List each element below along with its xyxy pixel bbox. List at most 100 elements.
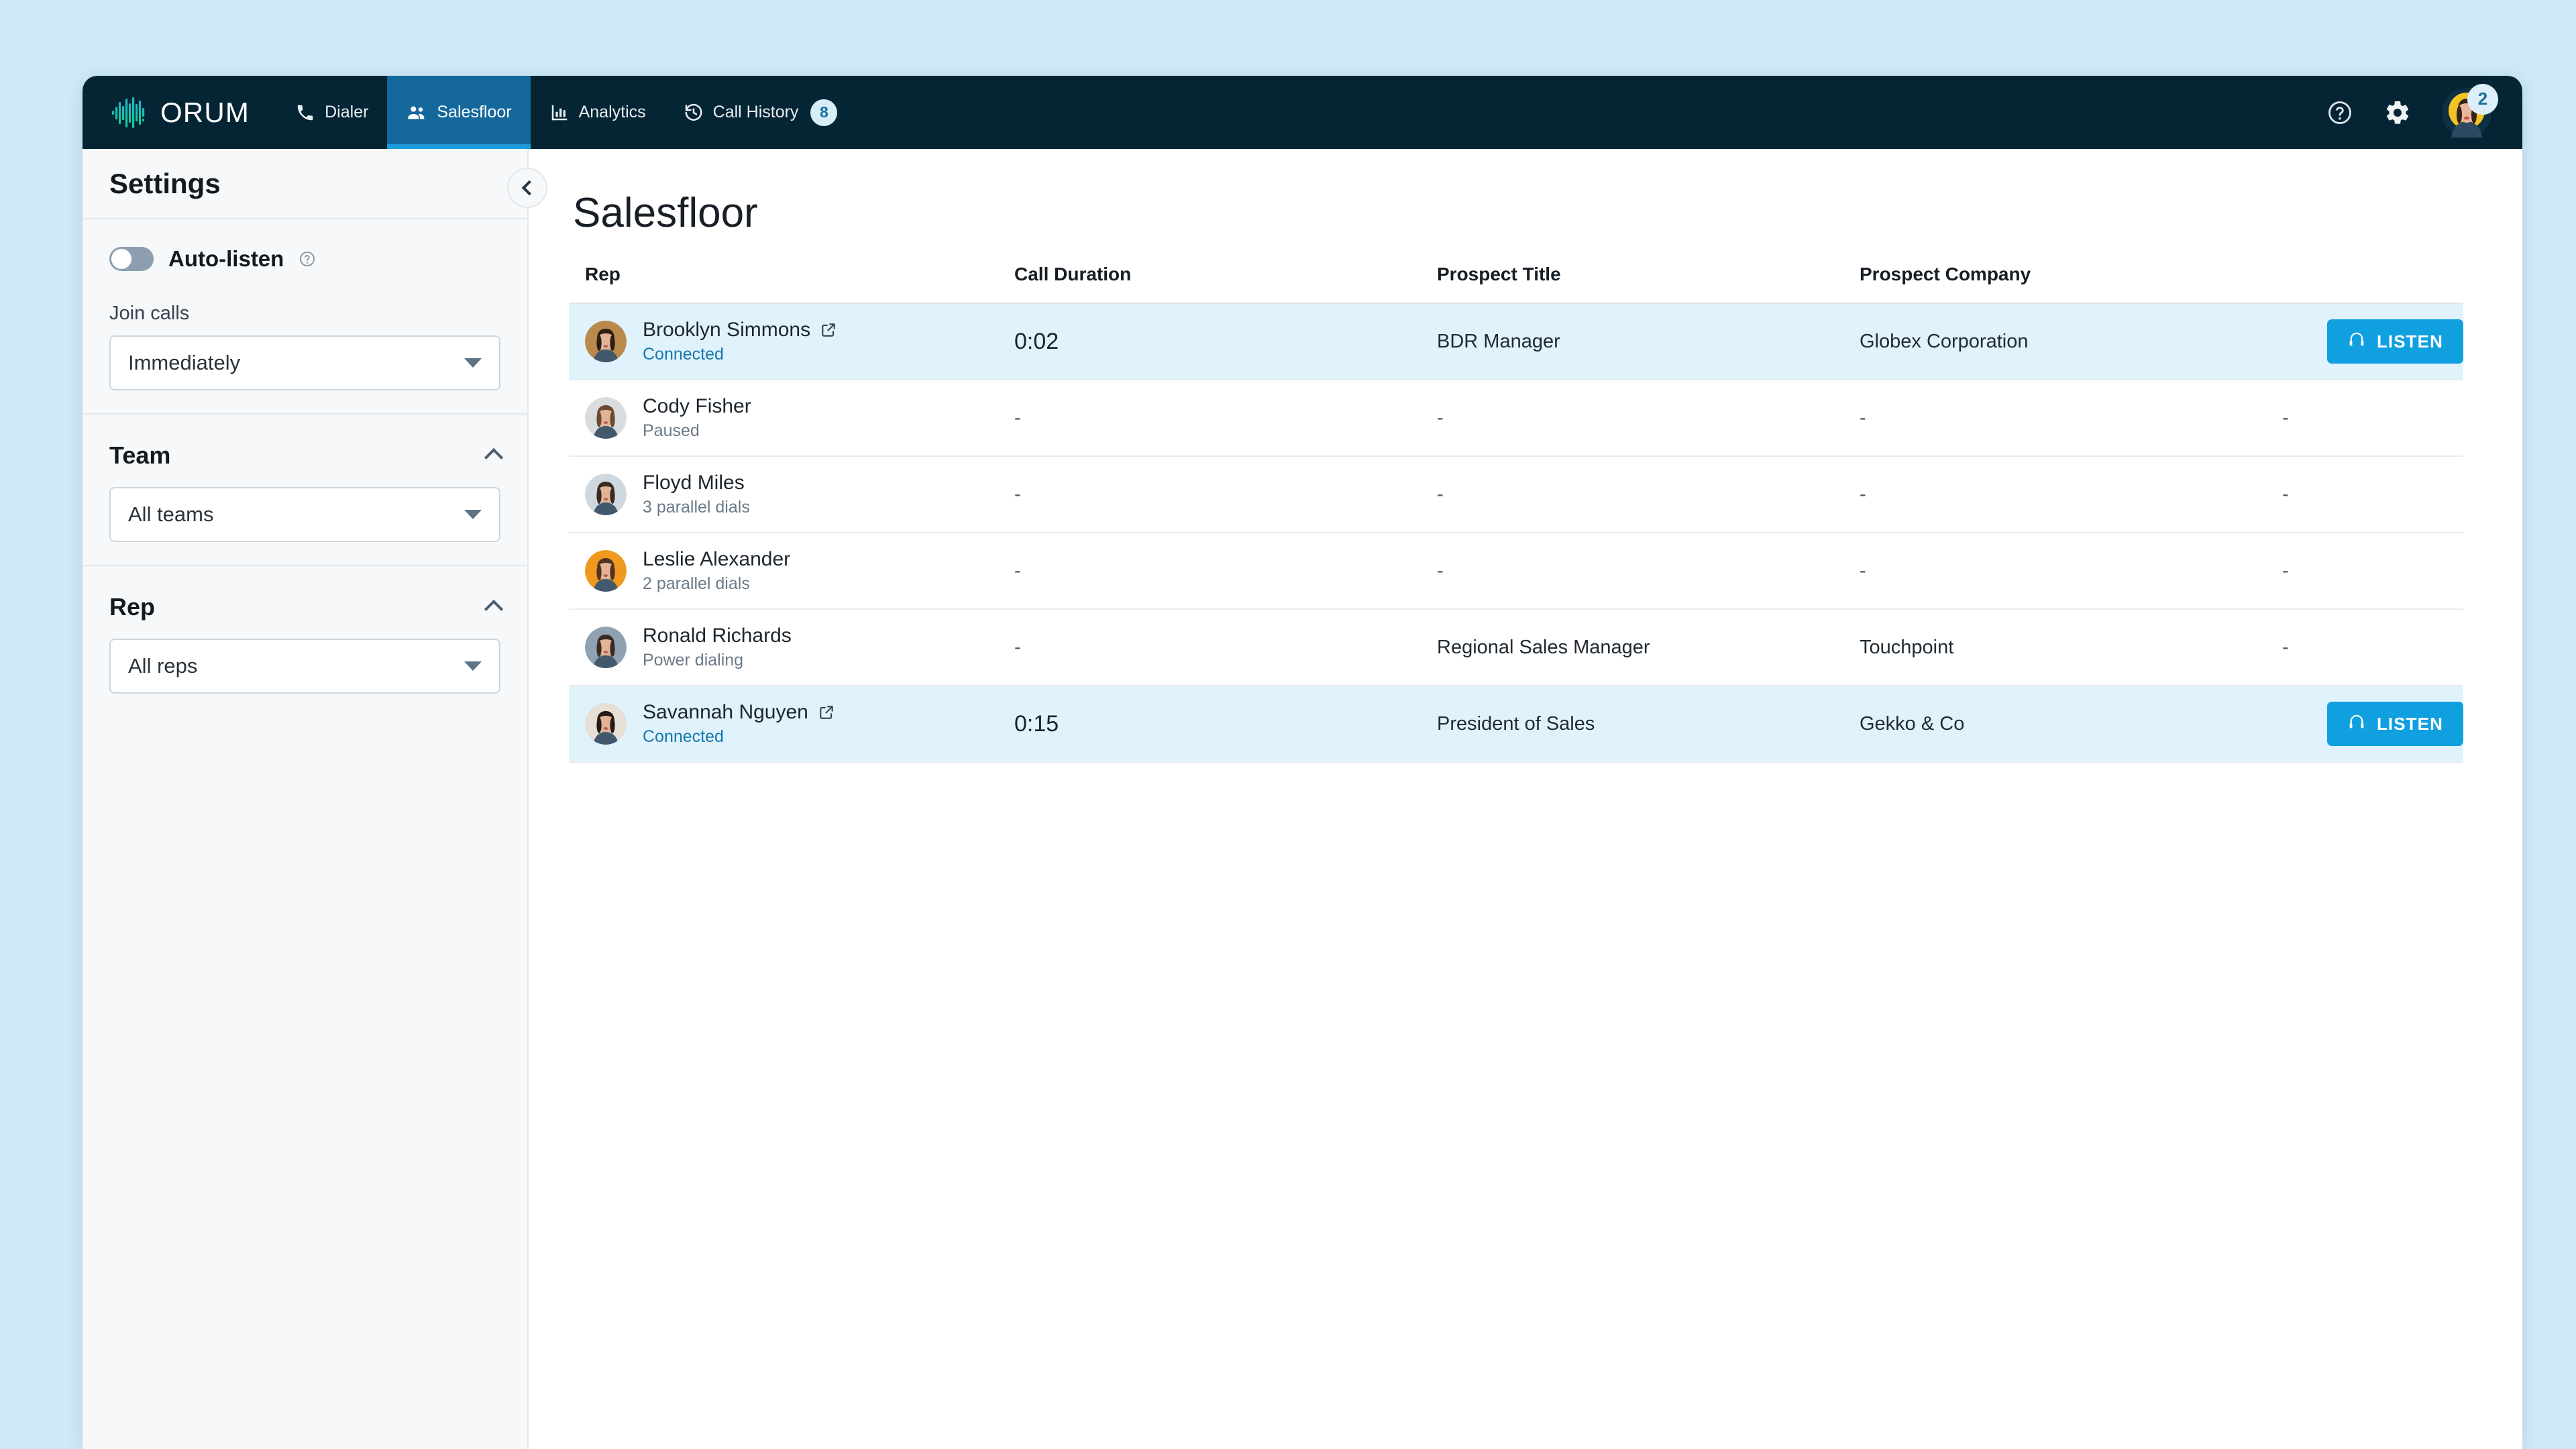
cell-prospect-company: - [1843, 380, 2266, 457]
cell-rep: Savannah Nguyen Connected [569, 686, 998, 763]
avatar[interactable]: 2 [2442, 83, 2498, 140]
chevron-up-icon [484, 447, 504, 468]
cell-action: - [2266, 533, 2463, 610]
cell-call-duration: - [998, 456, 1421, 533]
listen-button[interactable]: LISTEN [2326, 319, 2463, 364]
column-header-rep: Rep [569, 264, 998, 304]
listen-button-label: LISTEN [2376, 331, 2443, 352]
cell-call-duration: - [998, 380, 1421, 457]
no-action-placeholder: - [2282, 483, 2289, 505]
rep-section-header[interactable]: Rep [109, 593, 504, 621]
sidebar-header: Settings [83, 149, 527, 219]
cell-prospect-title: BDR Manager [1421, 303, 1843, 380]
cell-rep: Leslie Alexander 2 parallel dials [569, 533, 998, 610]
nav-item-salesfloor-label: Salesfloor [437, 103, 512, 121]
table-row[interactable]: Floyd Miles 3 parallel dials - - - - [569, 456, 2463, 533]
app-window: ORUM Dialer Salesfloor Analytics Call Hi… [83, 76, 2522, 1449]
team-select-value: All teams [128, 502, 214, 526]
nav-item-analytics-label: Analytics [578, 103, 646, 121]
rep-section-title: Rep [109, 593, 156, 621]
salesfloor-table-body: Brooklyn Simmons Connected 0:02 BDR Manager… [569, 303, 2463, 763]
rep-name: Brooklyn Simmons [643, 319, 811, 341]
nav-item-call-history[interactable]: Call History 8 [665, 76, 857, 149]
rep-name: Cody Fisher [643, 395, 751, 417]
chevron-left-icon [521, 180, 537, 196]
cell-rep: Brooklyn Simmons Connected [569, 303, 998, 380]
nav-items: Dialer Salesfloor Analytics Call History… [276, 76, 856, 149]
settings-sidebar: Settings Auto-listen Join calls Immediat… [83, 149, 547, 1449]
gear-icon[interactable] [2384, 99, 2411, 126]
people-group-icon [406, 102, 427, 123]
cell-action: - [2266, 456, 2463, 533]
column-header-call-duration: Call Duration [998, 264, 1421, 304]
question-circle-icon[interactable] [299, 250, 316, 268]
bar-chart-icon [549, 103, 570, 123]
external-link-icon[interactable] [818, 704, 835, 721]
cell-prospect-title: Regional Sales Manager [1421, 609, 1843, 686]
sidebar-section-rep: Rep All reps [83, 566, 527, 716]
table-row[interactable]: Savannah Nguyen Connected 0:15 President of… [569, 686, 2463, 763]
nav-item-salesfloor[interactable]: Salesfloor [387, 76, 531, 149]
brand: ORUM [83, 76, 276, 149]
auto-listen-toggle[interactable] [109, 247, 154, 271]
join-calls-select[interactable]: Immediately [109, 335, 500, 390]
rep-avatar [585, 627, 627, 668]
listen-button-label: LISTEN [2376, 713, 2443, 734]
cell-prospect-title: - [1421, 456, 1843, 533]
nav-item-dialer[interactable]: Dialer [276, 76, 387, 149]
avatar-image [2442, 87, 2491, 140]
sidebar-collapse-button[interactable] [507, 168, 547, 208]
column-header-actions [2266, 264, 2463, 304]
cell-call-duration: - [998, 533, 1421, 610]
cell-prospect-company: Touchpoint [1843, 609, 2266, 686]
rep-avatar [585, 474, 627, 515]
sidebar-section-team: Team All teams [83, 415, 527, 566]
nav-right-controls: 2 [2326, 76, 2522, 149]
column-header-prospect-company: Prospect Company [1843, 264, 2266, 304]
rep-status: 3 parallel dials [643, 498, 750, 517]
brand-name: ORUM [160, 96, 250, 128]
rep-status: Connected [643, 345, 724, 364]
page-title: Salesfloor [573, 190, 758, 236]
cell-rep: Floyd Miles 3 parallel dials [569, 456, 998, 533]
rep-name: Leslie Alexander [643, 548, 791, 570]
top-navigation-bar: ORUM Dialer Salesfloor Analytics Call Hi… [83, 76, 2522, 149]
column-header-prospect-title: Prospect Title [1421, 264, 1843, 304]
no-action-placeholder: - [2282, 559, 2289, 582]
cell-prospect-title: - [1421, 380, 1843, 457]
chevron-down-icon [464, 510, 482, 519]
cell-action: - [2266, 609, 2463, 686]
no-action-placeholder: - [2282, 636, 2289, 658]
table-row[interactable]: Leslie Alexander 2 parallel dials - - - - [569, 533, 2463, 610]
history-clock-icon [684, 103, 704, 123]
cell-rep: Cody Fisher Paused [569, 380, 998, 457]
rep-status: Connected [643, 727, 724, 746]
rep-name: Ronald Richards [643, 625, 792, 647]
sidebar-section-general: Auto-listen Join calls Immediately [83, 219, 527, 415]
table-row[interactable]: Ronald Richards Power dialing - Regional Sa… [569, 609, 2463, 686]
chevron-up-icon [484, 599, 504, 619]
cell-prospect-company: - [1843, 533, 2266, 610]
rep-avatar [585, 321, 627, 362]
cell-prospect-company: - [1843, 456, 2266, 533]
table-row[interactable]: Cody Fisher Paused - - - - [569, 380, 2463, 457]
cell-action: LISTEN [2266, 686, 2463, 763]
table-row[interactable]: Brooklyn Simmons Connected 0:02 BDR Manager… [569, 303, 2463, 380]
listen-button[interactable]: LISTEN [2326, 702, 2463, 746]
auto-listen-row: Auto-listen [109, 246, 500, 272]
rep-status: Power dialing [643, 651, 744, 669]
cell-action: LISTEN [2266, 303, 2463, 380]
nav-item-analytics[interactable]: Analytics [531, 76, 665, 149]
team-section-title: Team [109, 441, 171, 469]
auto-listen-label: Auto-listen [168, 246, 284, 271]
question-circle-icon[interactable] [2326, 99, 2353, 126]
rep-select[interactable]: All reps [109, 639, 500, 694]
no-action-placeholder: - [2282, 407, 2289, 429]
team-section-header[interactable]: Team [109, 441, 504, 470]
join-calls-value: Immediately [128, 351, 241, 374]
team-select[interactable]: All teams [109, 487, 500, 542]
rep-avatar [585, 397, 627, 439]
salesfloor-table: Rep Call Duration Prospect Title Prospec… [569, 264, 2463, 763]
external-link-icon[interactable] [820, 321, 837, 339]
cell-prospect-title: President of Sales [1421, 686, 1843, 763]
